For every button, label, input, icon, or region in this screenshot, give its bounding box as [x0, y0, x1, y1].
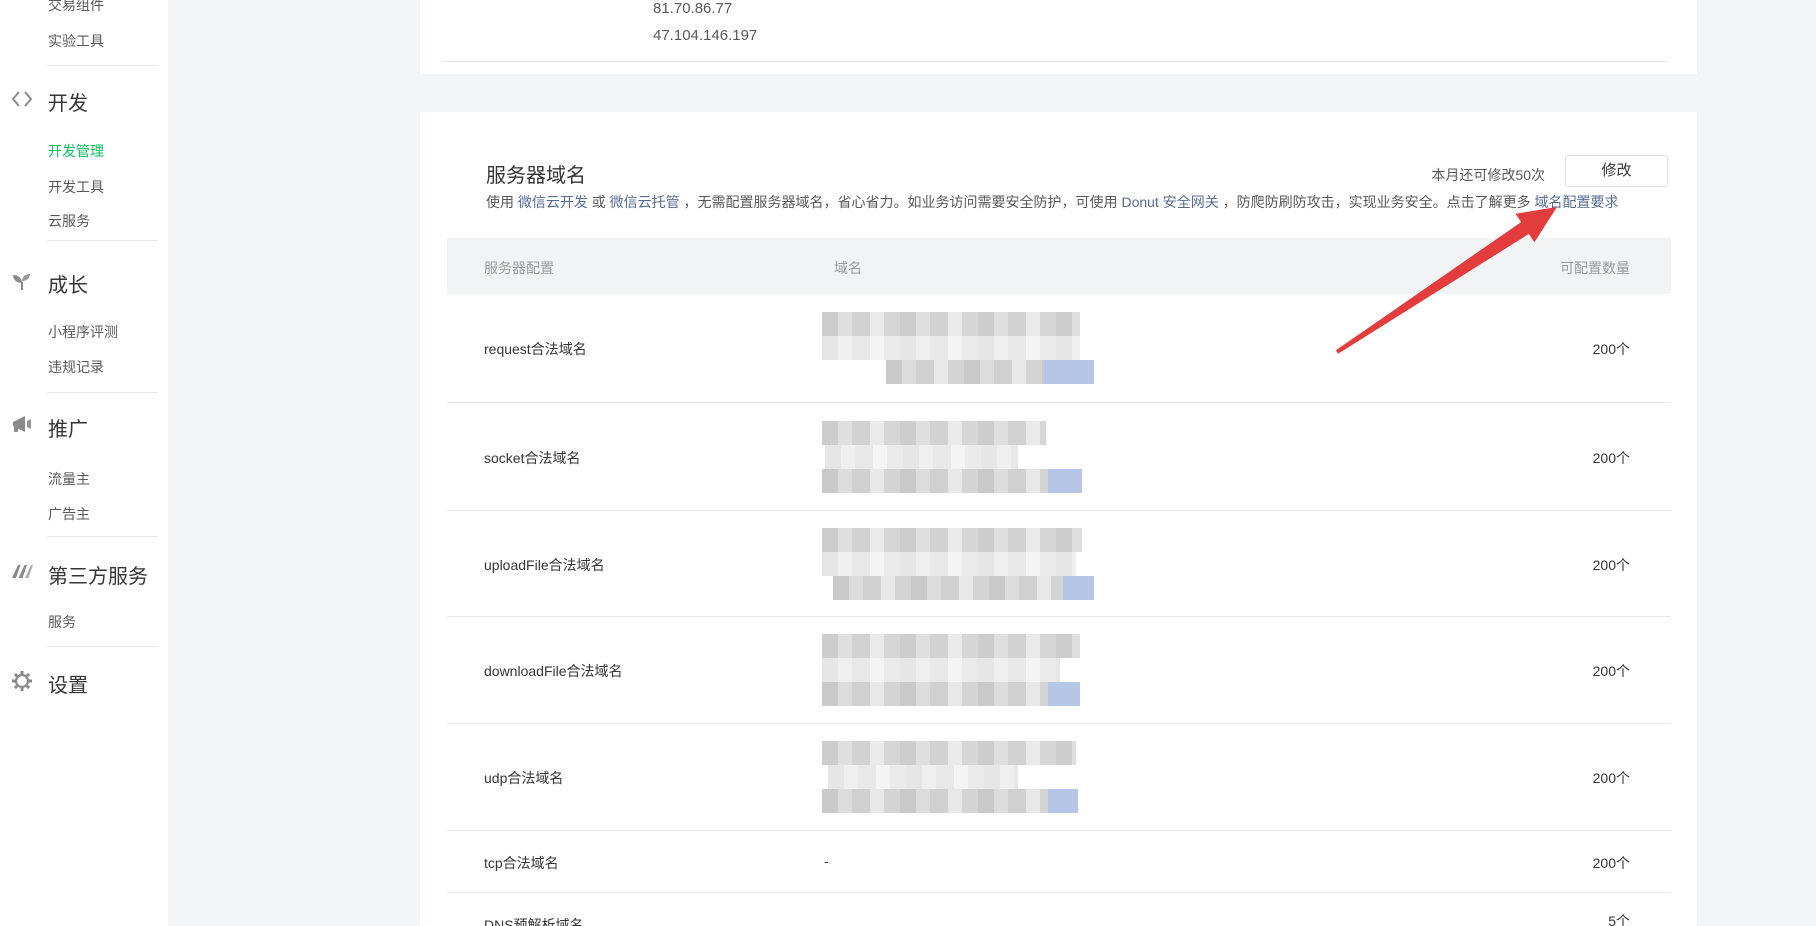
sidebar-section-third-party[interactable]: 第三方服务	[48, 560, 148, 589]
modify-button[interactable]: 修改	[1565, 155, 1668, 187]
count-value: 200个	[1593, 768, 1630, 788]
link-wechat-cloud-dev[interactable]: 微信云开发	[518, 194, 588, 210]
table-header: 服务器配置 域名 可配置数量	[447, 238, 1671, 294]
sidebar-item-dev-manage[interactable]: 开发管理	[48, 141, 104, 161]
sidebar-section-dev[interactable]: 开发	[48, 87, 88, 116]
sidebar-item-mini-eval[interactable]: 小程序评测	[48, 322, 118, 342]
redacted-domain-block	[822, 634, 1080, 706]
config-name: DNS预解析域名	[484, 915, 584, 926]
table-row: uploadFile合法域名 200个	[447, 511, 1671, 617]
code-icon	[10, 87, 34, 111]
ip-address: 81.70.86.77	[653, 0, 732, 17]
sidebar-divider	[47, 646, 158, 647]
sidebar-item-dev-tools[interactable]: 开发工具	[48, 177, 104, 197]
sidebar-item-traffic-owner[interactable]: 流量主	[48, 469, 90, 489]
redacted-domain-block	[822, 528, 1094, 600]
sprout-icon	[10, 269, 34, 293]
quota-note: 本月还可修改50次	[1431, 165, 1545, 185]
ip-address: 47.104.146.197	[653, 27, 757, 44]
server-domain-card: 服务器域名 本月还可修改50次 修改 使用 微信云开发 或 微信云托管 ，无需配…	[420, 112, 1697, 926]
table-row: DNS预解析域名 5个	[447, 893, 1671, 926]
link-wechat-cloud-hosting[interactable]: 微信云托管	[610, 194, 680, 210]
table-row: udp合法域名 200个	[447, 724, 1671, 831]
count-value: 5个	[1608, 911, 1630, 926]
count-value: 200个	[1593, 661, 1630, 681]
link-domain-config-requirements[interactable]: 域名配置要求	[1534, 194, 1618, 210]
desc-text: 或	[588, 194, 610, 210]
page-title: 服务器域名	[486, 159, 586, 188]
sidebar-divider	[47, 392, 158, 393]
sidebar: 交易组件 实验工具 开发 开发管理 开发工具 云服务 成长 小程序评测 违规记录…	[0, 0, 168, 926]
config-name: tcp合法域名	[484, 853, 559, 873]
description: 使用 微信云开发 或 微信云托管 ，无需配置服务器域名，省心省力。如业务访问需要…	[486, 192, 1618, 212]
redacted-domain-block	[822, 741, 1078, 813]
domain-empty-dash: -	[824, 853, 829, 869]
col-header-configurable-count: 可配置数量	[1560, 258, 1630, 278]
domain-table: 服务器配置 域名 可配置数量 request合法域名 200个 socket合法…	[447, 238, 1671, 926]
link-donut-gateway[interactable]: Donut 安全网关	[1121, 194, 1218, 210]
sidebar-item-violation-record[interactable]: 违规记录	[48, 357, 104, 377]
sidebar-divider	[47, 536, 158, 537]
row-divider	[442, 61, 1667, 62]
config-name: uploadFile合法域名	[484, 555, 605, 575]
megaphone-icon	[10, 413, 34, 437]
sidebar-section-settings[interactable]: 设置	[48, 669, 88, 698]
desc-text: ，无需配置服务器域名，省心省力。如业务访问需要安全防护，可使用	[680, 194, 1122, 210]
table-row: socket合法域名 200个	[447, 403, 1671, 511]
desc-text: ，防爬防刷防攻击，实现业务安全。点击了解更多	[1219, 194, 1535, 210]
col-header-domain: 域名	[834, 258, 862, 278]
count-value: 200个	[1593, 448, 1630, 468]
redacted-domain-block	[822, 312, 1094, 384]
top-card: 81.70.86.77 47.104.146.197	[420, 0, 1697, 74]
sidebar-item-trade-component[interactable]: 交易组件	[48, 0, 104, 15]
sidebar-item-advertiser[interactable]: 广告主	[48, 504, 90, 524]
table-row: tcp合法域名 - 200个	[447, 831, 1671, 893]
sidebar-section-promo[interactable]: 推广	[48, 413, 88, 442]
count-value: 200个	[1593, 853, 1630, 873]
sidebar-item-cloud-service[interactable]: 云服务	[48, 211, 90, 231]
third-party-w-icon	[10, 560, 34, 584]
sidebar-item-service[interactable]: 服务	[48, 612, 76, 632]
col-header-server-config: 服务器配置	[484, 258, 554, 278]
gear-icon	[10, 669, 34, 693]
sidebar-section-growth[interactable]: 成长	[48, 269, 88, 298]
table-row: request合法域名 200个	[447, 294, 1671, 403]
config-name: downloadFile合法域名	[484, 661, 623, 681]
table-row: downloadFile合法域名 200个	[447, 617, 1671, 724]
sidebar-item-lab-tools[interactable]: 实验工具	[48, 31, 104, 51]
sidebar-divider	[47, 240, 158, 241]
sidebar-divider	[47, 65, 158, 66]
config-name: request合法域名	[484, 339, 587, 359]
redacted-domain-block	[822, 421, 1082, 493]
count-value: 200个	[1593, 555, 1630, 575]
desc-text: 使用	[486, 194, 518, 210]
config-name: udp合法域名	[484, 768, 563, 788]
count-value: 200个	[1593, 339, 1630, 359]
config-name: socket合法域名	[484, 448, 580, 468]
